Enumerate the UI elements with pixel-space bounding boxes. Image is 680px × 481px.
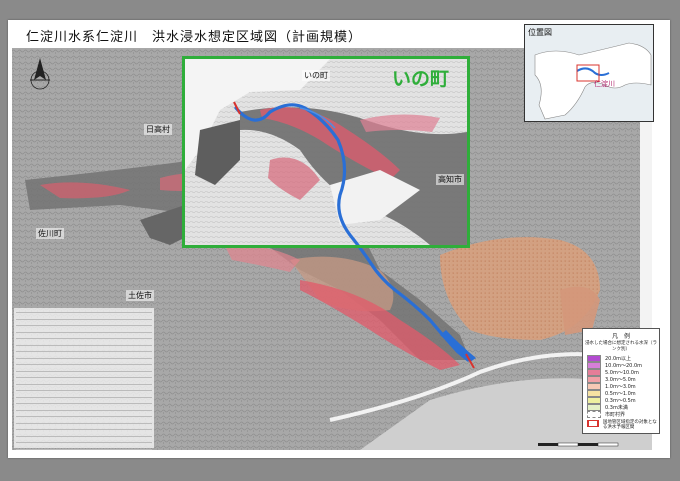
- legend-item: 10.0m〜20.0m: [587, 362, 659, 369]
- legend-item: 1.0m〜3.0m: [587, 383, 659, 390]
- legend-item: 5.0m〜10.0m: [587, 369, 659, 376]
- map-title: 仁淀川水系仁淀川 洪水浸水想定区域図（計画規模）: [26, 30, 363, 45]
- legend-item: 市町村界: [587, 411, 659, 418]
- scale-bar-icon: [538, 442, 619, 447]
- legend-item-label: 市町村界: [605, 412, 626, 418]
- legend-swatch: [587, 383, 601, 390]
- legend-swatch: [587, 390, 601, 397]
- legend-swatch: [587, 397, 601, 404]
- place-kochi-city: 高知市: [436, 174, 464, 185]
- forecast-section-swatch: [587, 420, 599, 427]
- place-ino-town: いの町: [302, 70, 330, 81]
- notes-panel: [14, 308, 154, 450]
- legend-item-label: 0.3m〜0.5m: [605, 398, 636, 404]
- legend-item: 3.0m〜5.0m: [587, 376, 659, 383]
- place-hidaka-village: 日高村: [144, 124, 172, 135]
- legend-item-label: 3.0m〜5.0m: [605, 377, 636, 383]
- legend-swatch: [587, 369, 601, 376]
- legend-item: 0.3m〜0.5m: [587, 397, 659, 404]
- place-sakawa-town: 佐川町: [36, 228, 64, 239]
- legend-swatch: [587, 404, 601, 411]
- legend: 凡 例 浸水した場合に想定される水深（ランク別） 20.0m以上 10.0m〜2…: [582, 328, 660, 434]
- legend-item: 0.3m未満: [587, 404, 659, 411]
- legend-item-label: 20.0m以上: [605, 356, 632, 362]
- place-tosa-city: 土佐市: [126, 290, 154, 301]
- legend-item: 20.0m以上: [587, 355, 659, 362]
- inset-title: 位置図: [528, 28, 552, 37]
- location-inset: 位置図 仁淀川: [524, 24, 654, 122]
- legend-item-label: 0.5m〜1.0m: [605, 391, 636, 397]
- legend-footnote: 国地管区域指定の対象となる洪水予報区間: [602, 420, 657, 430]
- legend-item-label: 5.0m〜10.0m: [605, 370, 639, 376]
- legend-swatch: [587, 362, 601, 369]
- inset-map: [534, 42, 652, 120]
- legend-item-label: 10.0m〜20.0m: [605, 363, 643, 369]
- legend-footnote-row: 国地管区域指定の対象となる洪水予報区間: [587, 420, 659, 430]
- legend-swatch: [587, 355, 601, 362]
- legend-swatch: [587, 411, 601, 418]
- legend-item-label: 1.0m〜3.0m: [605, 384, 636, 390]
- north-arrow-icon: [30, 58, 50, 90]
- zoom-label: いの町: [392, 68, 450, 90]
- legend-item: 0.5m〜1.0m: [587, 390, 659, 397]
- legend-swatch: [587, 376, 601, 383]
- legend-title: 凡 例: [611, 333, 630, 340]
- legend-item-label: 0.3m未満: [605, 405, 628, 411]
- legend-subtitle: 浸水した場合に想定される水深（ランク別）: [585, 341, 657, 352]
- inset-river-label: 仁淀川: [594, 80, 615, 88]
